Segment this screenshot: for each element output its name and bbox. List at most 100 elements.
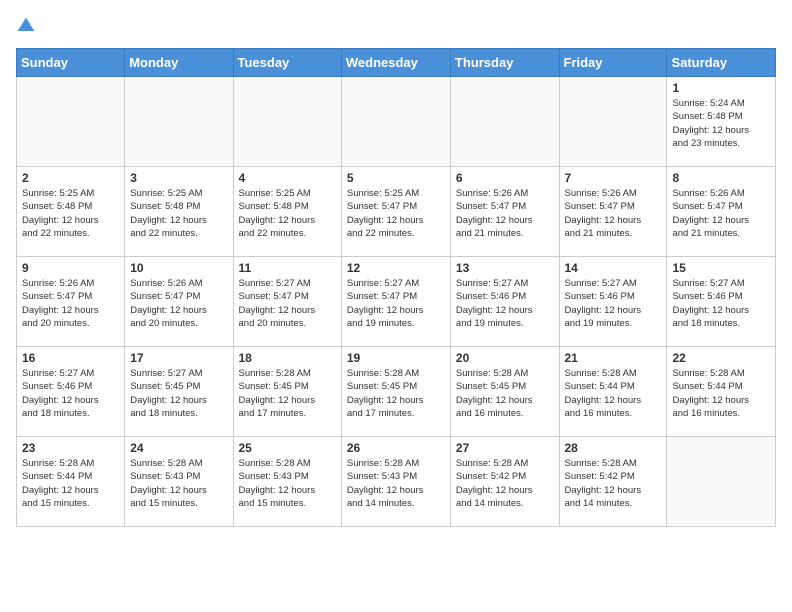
weekday-header-wednesday: Wednesday [341, 49, 450, 77]
calendar-cell: 4 Sunrise: 5:25 AM Sunset: 5:48 PM Daylig… [233, 167, 341, 257]
day-number: 27 [456, 441, 554, 455]
weekday-header-row: SundayMondayTuesdayWednesdayThursdayFrid… [17, 49, 776, 77]
calendar-cell: 19 Sunrise: 5:28 AM Sunset: 5:45 PM Dayli… [341, 347, 450, 437]
day-number: 19 [347, 351, 445, 365]
day-number: 23 [22, 441, 119, 455]
day-number: 20 [456, 351, 554, 365]
calendar-cell: 28 Sunrise: 5:28 AM Sunset: 5:42 PM Dayli… [559, 437, 667, 527]
calendar-week-row: 16 Sunrise: 5:27 AM Sunset: 5:46 PM Dayli… [17, 347, 776, 437]
calendar-cell: 16 Sunrise: 5:27 AM Sunset: 5:46 PM Dayli… [17, 347, 125, 437]
day-info: Sunrise: 5:28 AM Sunset: 5:42 PM Dayligh… [456, 457, 554, 510]
day-info: Sunrise: 5:27 AM Sunset: 5:46 PM Dayligh… [22, 367, 119, 420]
day-number: 16 [22, 351, 119, 365]
calendar-week-row: 2 Sunrise: 5:25 AM Sunset: 5:48 PM Daylig… [17, 167, 776, 257]
day-info: Sunrise: 5:28 AM Sunset: 5:45 PM Dayligh… [347, 367, 445, 420]
calendar-cell: 6 Sunrise: 5:26 AM Sunset: 5:47 PM Daylig… [450, 167, 559, 257]
calendar-cell [125, 77, 233, 167]
day-number: 6 [456, 171, 554, 185]
day-info: Sunrise: 5:28 AM Sunset: 5:45 PM Dayligh… [239, 367, 336, 420]
day-number: 12 [347, 261, 445, 275]
calendar-cell: 1Sunrise: 5:24 AM Sunset: 5:48 PM Daylig… [667, 77, 776, 167]
calendar-cell: 10 Sunrise: 5:26 AM Sunset: 5:47 PM Dayli… [125, 257, 233, 347]
day-info: Sunrise: 5:28 AM Sunset: 5:44 PM Dayligh… [22, 457, 119, 510]
day-number: 7 [565, 171, 662, 185]
day-number: 28 [565, 441, 662, 455]
calendar-cell [450, 77, 559, 167]
day-number: 2 [22, 171, 119, 185]
day-info: Sunrise: 5:26 AM Sunset: 5:47 PM Dayligh… [565, 187, 662, 240]
day-info: Sunrise: 5:26 AM Sunset: 5:47 PM Dayligh… [456, 187, 554, 240]
calendar-week-row: 1Sunrise: 5:24 AM Sunset: 5:48 PM Daylig… [17, 77, 776, 167]
calendar-cell: 22Sunrise: 5:28 AM Sunset: 5:44 PM Dayli… [667, 347, 776, 437]
day-info: Sunrise: 5:27 AM Sunset: 5:47 PM Dayligh… [347, 277, 445, 330]
day-info: Sunrise: 5:27 AM Sunset: 5:46 PM Dayligh… [456, 277, 554, 330]
day-number: 26 [347, 441, 445, 455]
calendar-cell: 24 Sunrise: 5:28 AM Sunset: 5:43 PM Dayli… [125, 437, 233, 527]
calendar-cell: 14 Sunrise: 5:27 AM Sunset: 5:46 PM Dayli… [559, 257, 667, 347]
calendar-cell [17, 77, 125, 167]
day-info: Sunrise: 5:28 AM Sunset: 5:43 PM Dayligh… [347, 457, 445, 510]
calendar-cell: 8 Sunrise: 5:26 AM Sunset: 5:47 PM Daylig… [667, 167, 776, 257]
calendar-cell: 25 Sunrise: 5:28 AM Sunset: 5:43 PM Dayli… [233, 437, 341, 527]
day-info: Sunrise: 5:26 AM Sunset: 5:47 PM Dayligh… [22, 277, 119, 330]
calendar-cell: 17 Sunrise: 5:27 AM Sunset: 5:45 PM Dayli… [125, 347, 233, 437]
day-info: Sunrise: 5:26 AM Sunset: 5:47 PM Dayligh… [130, 277, 227, 330]
day-info: Sunrise: 5:27 AM Sunset: 5:46 PM Dayligh… [565, 277, 662, 330]
day-info: Sunrise: 5:27 AM Sunset: 5:46 PM Dayligh… [672, 277, 770, 330]
calendar-cell [233, 77, 341, 167]
day-number: 10 [130, 261, 227, 275]
day-number: 22 [672, 351, 770, 365]
page-header [16, 16, 776, 36]
calendar-cell: 12 Sunrise: 5:27 AM Sunset: 5:47 PM Dayli… [341, 257, 450, 347]
day-info: Sunrise: 5:28 AM Sunset: 5:43 PM Dayligh… [130, 457, 227, 510]
day-info: Sunrise: 5:28 AM Sunset: 5:42 PM Dayligh… [565, 457, 662, 510]
calendar-cell: 20 Sunrise: 5:28 AM Sunset: 5:45 PM Dayli… [450, 347, 559, 437]
day-number: 9 [22, 261, 119, 275]
day-info: Sunrise: 5:25 AM Sunset: 5:48 PM Dayligh… [22, 187, 119, 240]
calendar-week-row: 9 Sunrise: 5:26 AM Sunset: 5:47 PM Daylig… [17, 257, 776, 347]
calendar-cell: 2 Sunrise: 5:25 AM Sunset: 5:48 PM Daylig… [17, 167, 125, 257]
day-number: 13 [456, 261, 554, 275]
calendar-cell: 21Sunrise: 5:28 AM Sunset: 5:44 PM Dayli… [559, 347, 667, 437]
calendar-cell: 13 Sunrise: 5:27 AM Sunset: 5:46 PM Dayli… [450, 257, 559, 347]
calendar-week-row: 23 Sunrise: 5:28 AM Sunset: 5:44 PM Dayli… [17, 437, 776, 527]
day-number: 15 [672, 261, 770, 275]
day-number: 1 [672, 81, 770, 95]
day-info: Sunrise: 5:25 AM Sunset: 5:48 PM Dayligh… [130, 187, 227, 240]
day-number: 24 [130, 441, 227, 455]
day-number: 21 [565, 351, 662, 365]
day-number: 14 [565, 261, 662, 275]
day-number: 8 [672, 171, 770, 185]
day-number: 3 [130, 171, 227, 185]
logo [16, 16, 40, 36]
calendar-cell: 18 Sunrise: 5:28 AM Sunset: 5:45 PM Dayli… [233, 347, 341, 437]
calendar-cell: 3 Sunrise: 5:25 AM Sunset: 5:48 PM Daylig… [125, 167, 233, 257]
logo-icon [16, 16, 36, 36]
day-number: 5 [347, 171, 445, 185]
day-info: Sunrise: 5:26 AM Sunset: 5:47 PM Dayligh… [672, 187, 770, 240]
weekday-header-saturday: Saturday [667, 49, 776, 77]
calendar-cell: 23 Sunrise: 5:28 AM Sunset: 5:44 PM Dayli… [17, 437, 125, 527]
day-number: 17 [130, 351, 227, 365]
day-info: Sunrise: 5:27 AM Sunset: 5:45 PM Dayligh… [130, 367, 227, 420]
day-info: Sunrise: 5:25 AM Sunset: 5:48 PM Dayligh… [239, 187, 336, 240]
weekday-header-monday: Monday [125, 49, 233, 77]
calendar-cell: 5 Sunrise: 5:25 AM Sunset: 5:47 PM Daylig… [341, 167, 450, 257]
calendar-cell: 7 Sunrise: 5:26 AM Sunset: 5:47 PM Daylig… [559, 167, 667, 257]
calendar-cell [559, 77, 667, 167]
calendar-cell: 27 Sunrise: 5:28 AM Sunset: 5:42 PM Dayli… [450, 437, 559, 527]
weekday-header-tuesday: Tuesday [233, 49, 341, 77]
day-number: 11 [239, 261, 336, 275]
day-number: 4 [239, 171, 336, 185]
day-info: Sunrise: 5:28 AM Sunset: 5:45 PM Dayligh… [456, 367, 554, 420]
day-info: Sunrise: 5:25 AM Sunset: 5:47 PM Dayligh… [347, 187, 445, 240]
day-number: 18 [239, 351, 336, 365]
calendar-cell: 11Sunrise: 5:27 AM Sunset: 5:47 PM Dayli… [233, 257, 341, 347]
weekday-header-sunday: Sunday [17, 49, 125, 77]
day-number: 25 [239, 441, 336, 455]
calendar-cell [341, 77, 450, 167]
calendar-cell: 26 Sunrise: 5:28 AM Sunset: 5:43 PM Dayli… [341, 437, 450, 527]
calendar-cell [667, 437, 776, 527]
calendar-table: SundayMondayTuesdayWednesdayThursdayFrid… [16, 48, 776, 527]
day-info: Sunrise: 5:28 AM Sunset: 5:43 PM Dayligh… [239, 457, 336, 510]
